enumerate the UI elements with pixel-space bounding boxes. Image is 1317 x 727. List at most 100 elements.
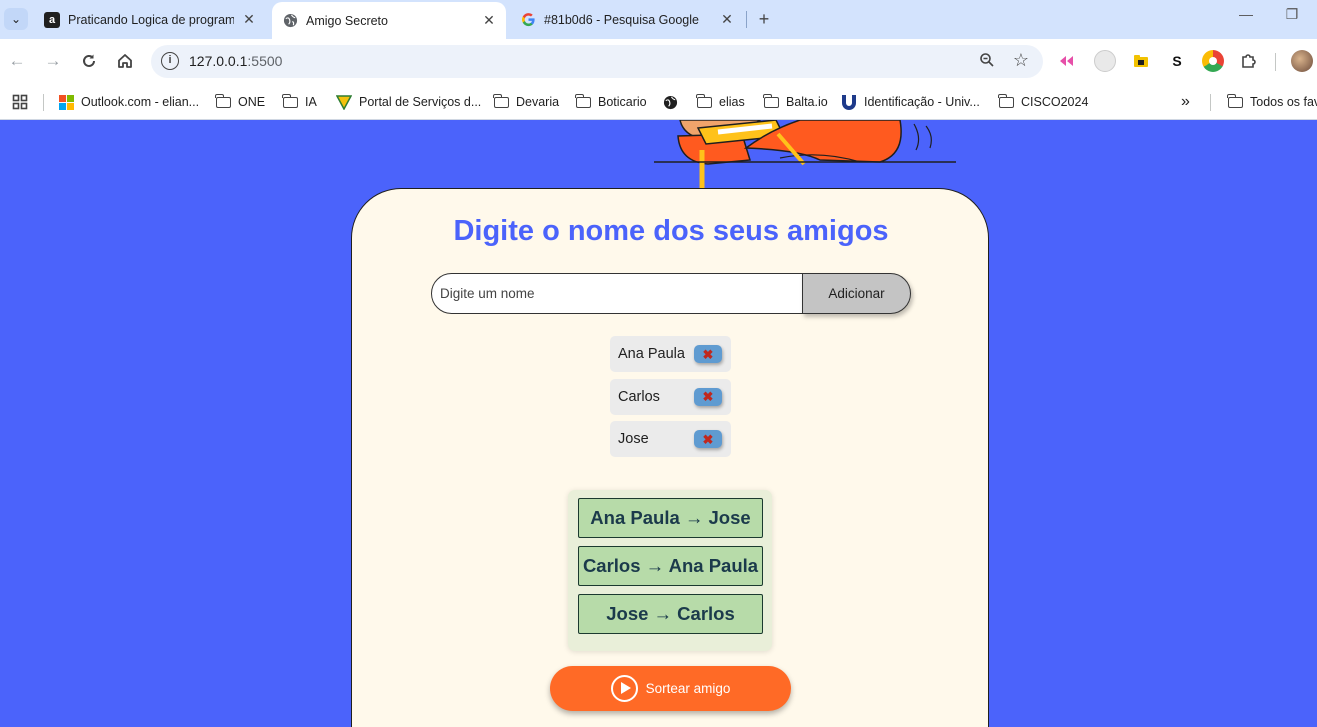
globe-icon	[662, 95, 678, 109]
minimize-icon[interactable]: —	[1232, 6, 1260, 22]
extension-pink-icon[interactable]	[1057, 50, 1079, 72]
close-tab-icon[interactable]: ✕	[718, 11, 736, 29]
bookmark-identificacao[interactable]: Identificação - Univ...	[841, 92, 980, 112]
all-bookmarks[interactable]: Todos os fav	[1227, 92, 1317, 112]
bookmark-balta[interactable]: Balta.io	[763, 92, 828, 112]
folder-icon	[763, 93, 779, 109]
list-item: Jose ✖	[610, 421, 731, 457]
folder-icon	[493, 93, 509, 109]
page-viewport: Digite o nome dos seus amigos Adicionar …	[0, 120, 1317, 727]
tab-praticando-logica[interactable]: a Praticando Logica de programa ✕	[34, 4, 266, 35]
bookmark-one[interactable]: ONE	[215, 92, 265, 112]
bookmark-label: CISCO2024	[1021, 95, 1089, 109]
result-item: Carlos → Ana Paula	[578, 546, 763, 586]
result-item: Jose → Carlos	[578, 594, 763, 634]
page-title: Digite o nome dos seus amigos	[453, 215, 889, 247]
list-item: Carlos ✖	[610, 378, 731, 415]
bookmark-boticario[interactable]: Boticario	[575, 92, 647, 112]
url-port: :5500	[247, 53, 283, 69]
bookmark-label: Identificação - Univ...	[864, 95, 980, 109]
close-icon: ✖	[702, 431, 714, 447]
extension-white-icon[interactable]	[1094, 50, 1116, 72]
toolbar-divider	[1275, 53, 1276, 71]
extension-s-icon[interactable]: S	[1166, 50, 1188, 72]
forward-icon[interactable]: →	[42, 50, 64, 72]
microsoft-icon	[58, 94, 74, 110]
remove-friend-button[interactable]: ✖	[694, 430, 722, 448]
browser-toolbar: ← → i 127.0.0.1:5500 ☆ S	[0, 39, 1317, 84]
draw-friend-button[interactable]: Sortear amigo	[550, 666, 791, 711]
tab-title: Praticando Logica de programa	[68, 12, 234, 27]
add-button[interactable]: Adicionar	[802, 273, 911, 314]
tab-search-icon[interactable]: ⌄	[4, 8, 28, 30]
play-icon	[610, 675, 638, 702]
folder-icon	[282, 93, 298, 109]
bookmark-star-icon[interactable]: ☆	[1013, 50, 1029, 71]
browser-chrome: ⌄ a Praticando Logica de programa ✕ Amig…	[0, 0, 1317, 120]
friend-name: Ana Paula	[618, 346, 685, 362]
friends-list: Ana Paula ✖ Carlos ✖ Jose ✖	[610, 336, 731, 464]
close-icon: ✖	[702, 389, 714, 404]
bookmark-globe[interactable]	[662, 92, 685, 112]
bookmarks-bar: Outlook.com - elian... ONE IA Portal de …	[0, 84, 1317, 120]
bookmark-label: Boticario	[598, 95, 647, 109]
bookmark-ia[interactable]: IA	[282, 92, 317, 112]
friend-name: Carlos	[618, 388, 660, 405]
tab-strip: ⌄ a Praticando Logica de programa ✕ Amig…	[0, 0, 1317, 39]
address-bar[interactable]: i 127.0.0.1:5500 ☆	[151, 45, 1043, 78]
friend-name: Jose	[618, 431, 649, 447]
google-icon	[520, 12, 536, 28]
extension-folder-icon[interactable]	[1130, 50, 1152, 72]
folder-icon	[998, 93, 1014, 109]
bookmark-separator	[1210, 94, 1211, 111]
name-input[interactable]	[431, 273, 805, 314]
remove-friend-button[interactable]: ✖	[694, 345, 722, 363]
extension-color-icon[interactable]	[1202, 50, 1224, 72]
close-tab-icon[interactable]: ✕	[240, 11, 258, 29]
bookmark-label: IA	[305, 95, 317, 109]
bookmark-portal[interactable]: Portal de Serviços d...	[336, 92, 481, 112]
friend-card: Digite o nome dos seus amigos Adicionar …	[351, 188, 989, 727]
zoom-icon[interactable]	[979, 52, 995, 72]
extensions-puzzle-icon[interactable]	[1238, 50, 1260, 72]
folder-icon	[696, 93, 712, 109]
site-info-icon[interactable]: i	[161, 52, 179, 70]
university-icon	[841, 95, 857, 110]
close-tab-icon[interactable]: ✕	[480, 12, 498, 30]
bookmarks-overflow-icon[interactable]: »	[1181, 92, 1190, 112]
profile-avatar-icon[interactable]	[1291, 50, 1313, 72]
close-icon: ✖	[702, 346, 714, 362]
list-item: Ana Paula ✖	[610, 336, 731, 372]
globe-icon	[282, 13, 298, 29]
draw-results: Ana Paula → Jose Carlos → Ana Paula Jose…	[568, 490, 772, 651]
tab-title: Amigo Secreto	[306, 13, 388, 28]
remove-friend-button[interactable]: ✖	[694, 387, 722, 406]
bookmark-outlook[interactable]: Outlook.com - elian...	[58, 92, 199, 112]
url-text[interactable]: 127.0.0.1:5500	[189, 53, 282, 69]
bookmark-devaria[interactable]: Devaria	[493, 92, 559, 112]
bookmark-label: Outlook.com - elian...	[81, 95, 200, 109]
apps-grid-icon[interactable]	[12, 92, 28, 112]
folder-icon	[1227, 93, 1243, 109]
bookmark-elias[interactable]: elias	[696, 92, 745, 112]
bookmark-separator	[43, 94, 44, 111]
bookmark-label: Devaria	[516, 95, 560, 109]
reload-icon[interactable]	[78, 50, 100, 72]
all-bookmarks-label: Todos os fav	[1250, 95, 1317, 109]
folder-icon	[575, 93, 591, 109]
tab-amigo-secreto[interactable]: Amigo Secreto ✕	[272, 2, 506, 39]
folder-icon	[215, 93, 231, 109]
new-tab-icon[interactable]: +	[754, 8, 774, 30]
tab-title: #81b0d6 - Pesquisa Google	[544, 12, 699, 27]
bookmark-label: ONE	[238, 95, 266, 109]
result-item: Ana Paula → Jose	[578, 498, 763, 538]
url-host: 127.0.0.1	[189, 53, 248, 69]
back-icon[interactable]: ←	[6, 50, 28, 72]
bookmark-label: elias	[719, 95, 745, 109]
person-illustration	[654, 120, 956, 190]
bookmark-cisco[interactable]: CISCO2024	[998, 92, 1088, 112]
home-icon[interactable]	[114, 50, 136, 72]
bookmark-label: Portal de Serviços d...	[359, 95, 482, 109]
tab-pesquisa-google[interactable]: #81b0d6 - Pesquisa Google ✕	[510, 4, 744, 35]
restore-icon[interactable]: ❐	[1278, 6, 1306, 23]
